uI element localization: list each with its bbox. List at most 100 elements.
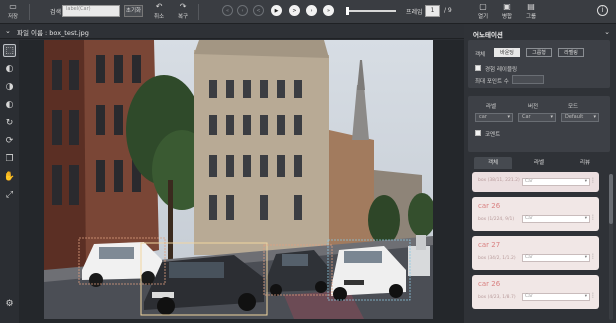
- chevron-down-icon[interactable]: ⌄: [5, 27, 11, 35]
- mode-header: 모드: [568, 104, 579, 110]
- divider: [29, 4, 30, 20]
- frame-slider-handle[interactable]: [346, 7, 349, 15]
- caret-icon: ▾: [584, 179, 587, 184]
- undo-icon: ↶: [155, 2, 163, 11]
- divider: [198, 4, 199, 20]
- first-frame-button[interactable]: «: [222, 5, 233, 16]
- type-option-bbox[interactable]: 바운딩: [494, 48, 520, 57]
- more-icon[interactable]: ⋮: [590, 253, 596, 260]
- folder-icon: ▢: [479, 2, 487, 11]
- rotate-icon[interactable]: ↻: [3, 116, 16, 129]
- object-class-select[interactable]: Car ▾: [522, 215, 590, 223]
- label-header: 라벨: [486, 104, 497, 110]
- rect-icon[interactable]: ◐: [3, 62, 16, 75]
- frame-input[interactable]: 1: [425, 5, 440, 17]
- polygon-icon[interactable]: ◑: [3, 80, 16, 93]
- merge-icon: ▣: [503, 2, 511, 11]
- object-list-scrollbar[interactable]: [609, 174, 613, 320]
- caret-icon: ▾: [584, 255, 587, 260]
- tool-sidebar: ⬚ ◐ ◑ ◐ ↻ ⟳ ❐ ✋ ⤢ ⚙: [0, 40, 19, 323]
- next-frame-button[interactable]: >: [289, 5, 300, 16]
- mode-select[interactable]: Default ▾: [561, 113, 599, 122]
- label-card: 라벨 버전 모드 car ▾ Car ▾ Default ▾ 코멘트: [468, 96, 610, 152]
- label-select[interactable]: car ▾: [475, 113, 513, 122]
- object-coords: box (38/11, 221.2): [478, 178, 520, 183]
- hand-icon[interactable]: ✋: [3, 170, 16, 183]
- more-icon[interactable]: ⋮: [590, 177, 596, 184]
- street-photo[interactable]: [44, 40, 433, 319]
- prev-frame-button[interactable]: <: [253, 5, 264, 16]
- version-header: 버전: [528, 104, 539, 110]
- object-coords: box (1/224, 9/1): [478, 217, 515, 222]
- layer-icon[interactable]: ❐: [3, 152, 16, 165]
- object-class-select[interactable]: Car ▾: [522, 293, 590, 301]
- object-name: car 26: [478, 280, 501, 288]
- caret-icon: ▾: [584, 294, 587, 299]
- redo-icon[interactable]: ⟳: [3, 134, 16, 147]
- min-points-label: 최대 포인트 수: [475, 79, 509, 85]
- caret-icon: ▾: [507, 114, 510, 120]
- show-label-checkbox[interactable]: [475, 65, 481, 71]
- caret-icon: ▾: [550, 114, 553, 120]
- prev-10-button[interactable]: ‹: [237, 5, 248, 16]
- show-label-text: 경험 레이블링: [485, 67, 518, 73]
- chevron-down-icon[interactable]: ⌄: [604, 28, 610, 36]
- type-label: 객체: [475, 52, 486, 58]
- last-frame-button[interactable]: »: [323, 5, 334, 16]
- object-item[interactable]: box (38/11, 221.2) Car ▾ ⋮: [472, 172, 599, 192]
- group-button[interactable]: ▤ 그룹: [526, 2, 536, 20]
- object-name: car 26: [478, 202, 501, 210]
- play-button[interactable]: ▶: [271, 5, 282, 16]
- merge-button[interactable]: ▣ 병합: [502, 2, 512, 20]
- version-select[interactable]: Car ▾: [518, 113, 556, 122]
- type-card: 객체 바운딩 그룹형 라벨링 경험 레이블링 최대 포인트 수: [468, 40, 610, 88]
- min-points-input[interactable]: [512, 75, 544, 84]
- more-icon[interactable]: ⋮: [590, 292, 596, 299]
- scrollbar-thumb[interactable]: [609, 174, 613, 224]
- next-10-button[interactable]: ›: [306, 5, 317, 16]
- undo-button[interactable]: ↶ 취소: [154, 2, 164, 20]
- group-icon: ▤: [527, 2, 535, 11]
- panel-tabs: 객체 라벨 리뷰: [472, 157, 610, 169]
- comment-label: 코멘트: [485, 132, 501, 138]
- tab-labels[interactable]: 라벨: [520, 157, 558, 169]
- save-button[interactable]: ▭ 저장: [8, 2, 18, 20]
- fit-icon[interactable]: ⤢: [3, 188, 16, 201]
- type-option-label[interactable]: 라벨링: [558, 48, 584, 57]
- frame-total: / 9: [444, 7, 452, 14]
- panel-title: 어노테이션: [473, 31, 503, 39]
- search-input[interactable]: label(Car): [62, 5, 120, 17]
- object-item[interactable]: car 27 box (34/2, 1/1.2) Car ▾ ⋮: [472, 236, 599, 270]
- object-item[interactable]: car 26 box (1/224, 9/1) Car ▾ ⋮: [472, 197, 599, 231]
- annotation-panel: 어노테이션 ⌄ 객체 바운딩 그룹형 라벨링 경험 레이블링 최대 포인트 수 …: [464, 24, 616, 323]
- object-name: car 27: [478, 241, 501, 249]
- caret-icon: ▾: [593, 114, 596, 120]
- info-button[interactable]: i: [597, 5, 608, 16]
- object-coords: box (34/2, 1/1.2): [478, 256, 516, 261]
- redo-button[interactable]: ↷ 복구: [178, 2, 188, 20]
- settings-icon[interactable]: ⚙: [3, 297, 16, 310]
- brush-icon[interactable]: ◐: [3, 98, 16, 111]
- select-icon[interactable]: ⬚: [3, 44, 16, 57]
- frame-label: 프레임: [406, 9, 423, 16]
- search-reset-button[interactable]: 초기화: [124, 5, 143, 17]
- object-item[interactable]: car 26 box (4/23, 1/8.7) Car ▾ ⋮: [472, 275, 599, 309]
- info-icon: i: [597, 5, 608, 16]
- annotation-app: ▭ 저장 검색 label(Car) 초기화 ↶ 취소 ↷ 복구 « ‹ < ▶…: [0, 0, 616, 323]
- object-coords: box (4/23, 1/8.7): [478, 295, 516, 300]
- object-class-select[interactable]: Car ▾: [522, 178, 590, 186]
- tab-review[interactable]: 리뷰: [566, 157, 604, 169]
- more-icon[interactable]: ⋮: [590, 214, 596, 221]
- open-button[interactable]: ▢ 열기: [478, 2, 488, 20]
- caret-icon: ▾: [584, 216, 587, 221]
- object-class-select[interactable]: Car ▾: [522, 254, 590, 262]
- frame-slider[interactable]: [346, 10, 396, 12]
- comment-checkbox[interactable]: [475, 130, 481, 136]
- file-name: 파일 이름 : box_test.jpg: [17, 29, 89, 37]
- top-toolbar: ▭ 저장 검색 label(Car) 초기화 ↶ 취소 ↷ 복구 « ‹ < ▶…: [0, 0, 616, 24]
- file-bar: ⌄ 파일 이름 : box_test.jpg: [0, 24, 464, 39]
- tab-objects[interactable]: 객체: [474, 157, 512, 169]
- search-label: 검색: [50, 9, 62, 16]
- save-icon: ▭: [9, 2, 17, 11]
- type-option-group[interactable]: 그룹형: [526, 48, 552, 57]
